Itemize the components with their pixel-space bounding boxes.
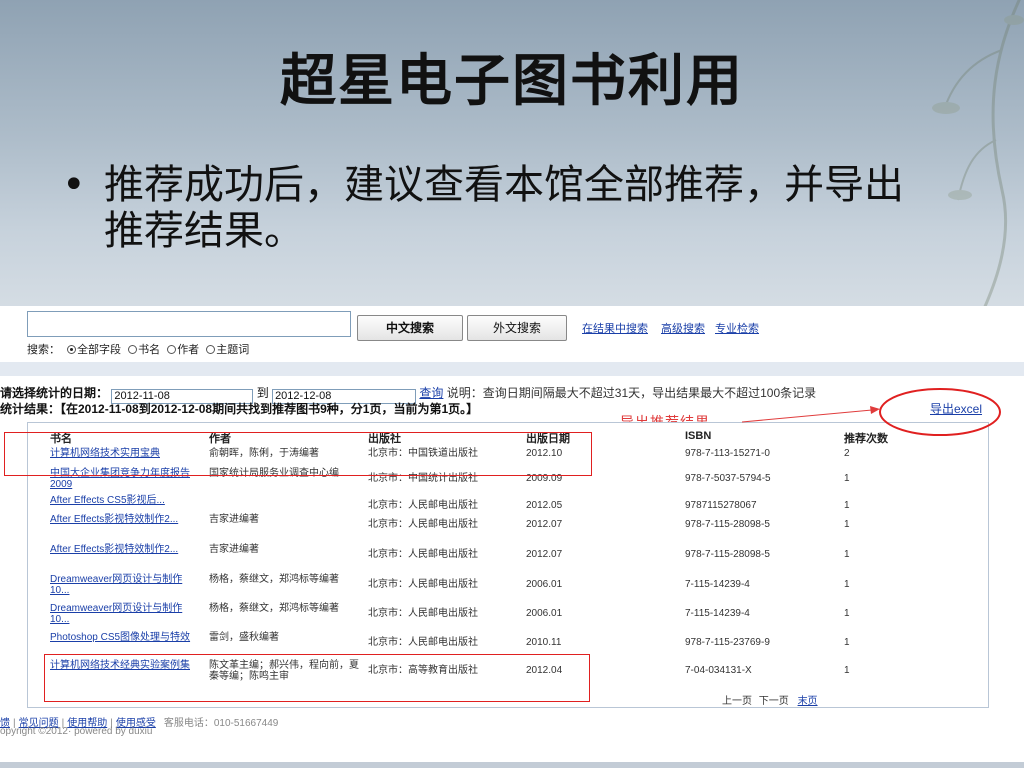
book-isbn: 978-7-5037-5794-5	[685, 473, 771, 484]
pager: 上一页 下一页 末页	[722, 692, 818, 707]
annotation-arrow-line	[741, 409, 873, 423]
annotation-arrow-head	[870, 406, 880, 414]
header-count: 推荐次数	[844, 433, 888, 445]
book-date: 2006.01	[526, 608, 563, 619]
prev-page-link[interactable]: 上一页	[722, 696, 752, 707]
search-input[interactable]	[27, 311, 351, 337]
recommend-count: 1	[844, 500, 850, 511]
book-publisher: 北京市：人民邮电出版社	[368, 549, 478, 560]
book-date: 2010.11	[526, 637, 562, 648]
date-label: 请选择统计的日期：	[0, 386, 109, 400]
book-isbn: 978-7-113-15271-0	[685, 448, 770, 459]
book-isbn: 7-04-034131-X	[685, 665, 752, 676]
book-title-link[interactable]: After Effects影视特效制作2...	[50, 514, 198, 525]
book-isbn: 7-115-14239-4	[685, 579, 750, 590]
book-isbn: 978-7-115-23769-9	[685, 637, 770, 648]
recommend-count: 1	[844, 549, 850, 560]
book-author: 雷剑，盛秋编著	[209, 632, 279, 643]
radio-icon[interactable]	[167, 345, 177, 354]
search-scope: 搜索： 全部字段 书名 作者 主题词	[27, 341, 249, 357]
recommend-count: 1	[844, 473, 850, 484]
book-date: 2006.01	[526, 579, 563, 590]
book-author: 吉家进编著	[209, 514, 259, 525]
recommend-count: 1	[844, 665, 850, 676]
divider-band	[0, 362, 1024, 376]
next-page-link[interactable]: 下一页	[759, 696, 789, 707]
to-label: 到	[256, 386, 269, 400]
copyright: opyright ©2012· powered by duxiu	[0, 726, 153, 737]
book-isbn: 978-7-115-28098-5	[685, 519, 770, 530]
book-author: 吉家进编著	[209, 544, 259, 555]
scope-label: 搜索：	[27, 344, 60, 356]
service-phone: 客服电话：010-51667449	[163, 718, 279, 729]
recommend-count: 1	[844, 579, 850, 590]
slide-bullet: • 推荐成功后，建议查看本馆全部推荐，并导出推荐结果。	[62, 162, 942, 254]
advanced-search-link[interactable]: 高级搜索	[661, 320, 705, 336]
bullet-dot: •	[62, 162, 86, 208]
bullet-text: 推荐成功后，建议查看本馆全部推荐，并导出推荐结果。	[104, 162, 904, 254]
book-publisher: 北京市：人民邮电出版社	[368, 637, 478, 648]
slide-title: 超星电子图书利用	[280, 48, 744, 114]
book-author: 杨格，蔡继文，郑鸿标等编著	[209, 574, 339, 585]
bottom-bar	[0, 762, 1024, 768]
query-link[interactable]: 查询	[419, 386, 443, 400]
book-date: 2012.05	[526, 500, 563, 511]
scope-option-subject[interactable]: 主题词	[206, 344, 249, 356]
book-publisher: 北京市：人民邮电出版社	[368, 579, 478, 590]
radio-icon[interactable]	[67, 345, 77, 354]
recommend-count: 1	[844, 637, 850, 648]
book-date: 2012.07	[526, 549, 563, 560]
radio-icon[interactable]	[128, 345, 138, 354]
search-in-results-link[interactable]: 在结果中搜索	[582, 320, 648, 336]
book-title-link[interactable]: Photoshop CS5图像处理与特效	[50, 632, 198, 643]
highlight-box-last-row	[44, 654, 590, 702]
result-summary: 统计结果：【在2012-11-08到2012-12-08期间共找到推荐图书9种，…	[0, 402, 479, 416]
book-title-link[interactable]: Dreamweaver网页设计与制作10...	[50, 603, 198, 625]
book-isbn: 978-7-115-28098-5	[685, 549, 770, 560]
book-title-link[interactable]: After Effects CS5影视后...	[50, 495, 198, 506]
book-publisher: 北京市：人民邮电出版社	[368, 500, 478, 511]
scope-option-author[interactable]: 作者	[167, 344, 199, 356]
foreign-search-button[interactable]: 外文搜索	[467, 315, 567, 341]
professional-search-link[interactable]: 专业检索	[715, 320, 759, 336]
last-page-link[interactable]: 末页	[798, 696, 818, 707]
book-title-link[interactable]: Dreamweaver网页设计与制作10...	[50, 574, 198, 596]
slide-header: 超星电子图书利用 • 推荐成功后，建议查看本馆全部推荐，并导出推荐结果。	[0, 0, 1024, 310]
book-publisher: 北京市：人民邮电出版社	[368, 608, 478, 619]
recommend-count: 1	[844, 608, 850, 619]
recommend-count: 1	[844, 519, 850, 530]
chinese-search-button[interactable]: 中文搜索	[357, 315, 463, 341]
scope-option-all[interactable]: 全部字段	[67, 344, 121, 356]
radio-icon[interactable]	[206, 345, 216, 354]
highlight-box-first-row	[4, 432, 592, 476]
book-title-link[interactable]: After Effects影视特效制作2...	[50, 544, 198, 555]
recommend-count: 2	[844, 448, 850, 459]
book-date: 2012.07	[526, 519, 563, 530]
export-excel-link[interactable]: 导出excel	[930, 400, 982, 417]
embedded-screenshot: 中文搜索 外文搜索 在结果中搜索 高级搜索 专业检索 搜索： 全部字段 书名 作…	[0, 306, 1024, 768]
header-isbn: ISBN	[685, 430, 712, 442]
date-note: 说明：查询日期间隔最大不超过31天，导出结果最大不超过100条记录	[446, 386, 817, 400]
book-isbn: 7-115-14239-4	[685, 608, 750, 619]
book-author: 杨格，蔡继文，郑鸿标等编著	[209, 603, 339, 614]
scope-option-title[interactable]: 书名	[128, 344, 160, 356]
book-isbn: 9787115278067	[685, 500, 757, 511]
book-publisher: 北京市：人民邮电出版社	[368, 519, 478, 530]
